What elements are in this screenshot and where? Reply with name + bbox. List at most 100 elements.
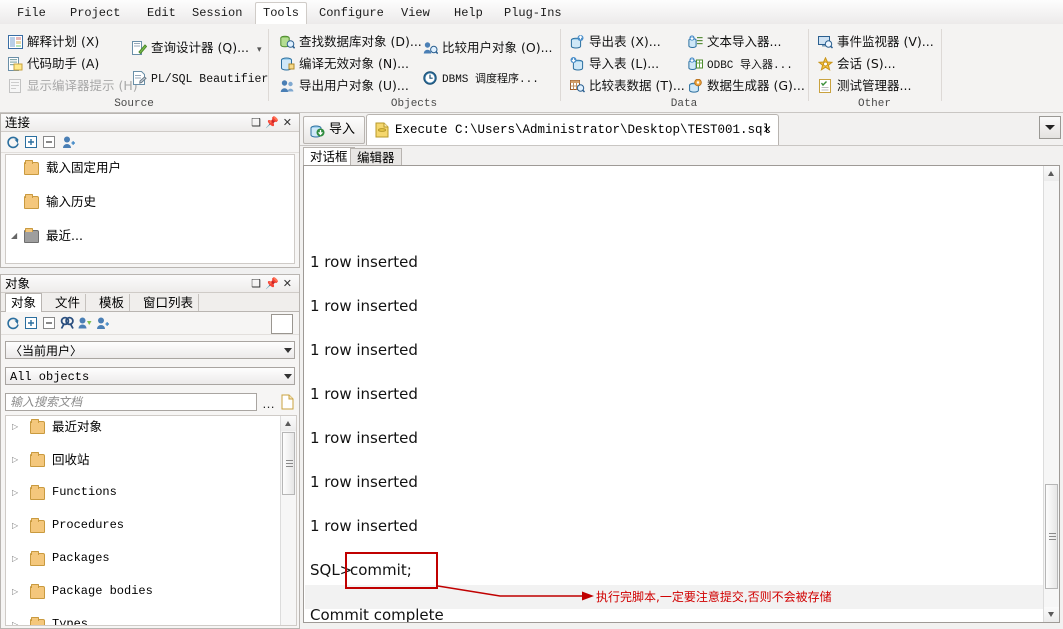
- output-line: 1 row inserted: [310, 385, 418, 403]
- menu-item-edit[interactable]: Edit: [140, 3, 183, 23]
- collapse-all-icon[interactable]: [42, 316, 56, 330]
- menu-item-file[interactable]: File: [10, 3, 53, 23]
- chevron-right-icon[interactable]: ▷: [12, 488, 21, 497]
- tree-item-input-history[interactable]: 输入历史: [6, 193, 294, 210]
- menu-item-project[interactable]: Project: [63, 3, 127, 23]
- ribbon-btn-find-db-object[interactable]: 查找数据库对象 (D)...: [280, 32, 422, 52]
- scroll-down-button[interactable]: [1044, 607, 1059, 622]
- chevron-right-icon[interactable]: ▷: [12, 620, 21, 625]
- chevron-right-icon[interactable]: ▷: [12, 587, 21, 596]
- chevron-right-icon[interactable]: ▷: [12, 554, 21, 563]
- expand-all-icon[interactable]: [24, 135, 38, 149]
- tab-dialog[interactable]: 对话框: [303, 147, 355, 167]
- collapse-all-icon[interactable]: [42, 135, 56, 149]
- new-connection-icon[interactable]: [62, 135, 76, 149]
- chevron-right-icon[interactable]: ▷: [12, 422, 21, 431]
- find-icon[interactable]: [60, 316, 74, 330]
- objects-tree-scrollbar[interactable]: [280, 416, 296, 625]
- menu-item-plugins[interactable]: Plug-Ins: [497, 3, 569, 23]
- ribbon-btn-compare-user-objects[interactable]: 比较用户对象 (O)...: [423, 38, 553, 58]
- restore-icon[interactable]: ❑: [251, 277, 265, 290]
- restore-icon[interactable]: ❑: [251, 116, 265, 129]
- tree-item-recent[interactable]: ◢ 最近...: [6, 227, 294, 244]
- import-button-label: 导入: [329, 122, 356, 137]
- ribbon-btn-compare-table-data[interactable]: 比较表数据 (T)...: [570, 76, 685, 96]
- menu-item-view[interactable]: View: [394, 3, 437, 23]
- objects-panel-toolbar-extra-box[interactable]: [271, 314, 293, 334]
- connections-tree[interactable]: 载入固定用户 输入历史 ◢ 最近... ▷ system@192.168.1.1…: [5, 154, 295, 264]
- dbms-scheduler-icon: [423, 71, 438, 85]
- objects-tree[interactable]: ▷ 最近对象 ▷ 回收站 ▷ Functions ▷ Procedures ▷ Packa…: [5, 415, 297, 626]
- scrollbar-thumb[interactable]: [1045, 484, 1058, 589]
- ellipsis-icon[interactable]: …: [262, 396, 276, 411]
- menu-item-configure[interactable]: Configure: [312, 3, 391, 23]
- ribbon-btn-sessions[interactable]: 会话 (S)...: [817, 54, 896, 74]
- import-button[interactable]: 导入: [303, 116, 366, 144]
- ribbon-btn-export-tables[interactable]: 导出表 (X)...: [570, 32, 661, 52]
- tab-files[interactable]: 文件: [50, 294, 87, 311]
- expand-arrow-icon[interactable]: ◢: [11, 231, 20, 240]
- ribbon-btn-odbc-importer[interactable]: ODBC 导入器...: [688, 54, 793, 74]
- menu-item-tools[interactable]: Tools: [255, 2, 308, 26]
- ribbon-btn-compile-invalid[interactable]: 编译无效对象 (N)...: [280, 54, 409, 74]
- expand-all-icon[interactable]: [24, 316, 38, 330]
- tree-item-types[interactable]: ▷ Types: [6, 616, 296, 625]
- tree-item-recent-objects[interactable]: ▷ 最近对象: [6, 418, 296, 435]
- pin-icon[interactable]: 📌: [265, 277, 283, 290]
- close-icon[interactable]: ✕: [283, 116, 296, 129]
- connections-panel-window-buttons[interactable]: ❑📌✕: [251, 114, 296, 131]
- tab-window-list[interactable]: 窗口列表: [138, 294, 200, 311]
- tree-item-connection[interactable]: ▷ system@192.168.1.102/Nancy: [6, 261, 294, 264]
- menu-item-help[interactable]: Help: [447, 3, 490, 23]
- ribbon-btn-export-user-objects[interactable]: 导出用户对象 (U)...: [280, 76, 409, 96]
- search-input[interactable]: 输入搜索文档: [5, 393, 257, 411]
- ribbon-btn-test-manager[interactable]: 测试管理器...: [818, 76, 911, 96]
- ribbon-group-source: 解释计划 (X) 代码助手 (A) 显示编译器提示 (H) 查询设计器 (Q).…: [0, 24, 268, 112]
- tree-item-functions[interactable]: ▷ Functions: [6, 484, 296, 501]
- document-tab-execute-sql[interactable]: Execute C:\Users\Administrator\Desktop\T…: [366, 114, 780, 145]
- refresh-icon[interactable]: [6, 316, 20, 330]
- chevron-down-icon: [1045, 125, 1055, 130]
- key-icon: [274, 263, 287, 264]
- tree-item-fixed-users[interactable]: 载入固定用户: [6, 159, 294, 176]
- filter-icon[interactable]: [78, 316, 92, 330]
- ribbon-btn-compiler-hints[interactable]: 显示编译器提示 (H): [8, 76, 138, 96]
- tree-item-packages[interactable]: ▷ Packages: [6, 550, 296, 567]
- ribbon-btn-text-importer[interactable]: 文本导入器...: [688, 32, 781, 52]
- pin-icon[interactable]: 📌: [265, 116, 283, 129]
- close-icon[interactable]: ✕: [763, 115, 771, 145]
- tab-templates[interactable]: 模板: [94, 294, 131, 311]
- object-type-select[interactable]: All objects: [5, 367, 295, 385]
- objects-panel-window-buttons[interactable]: ❑📌✕: [251, 275, 296, 292]
- scroll-up-button[interactable]: [281, 416, 296, 431]
- tree-item-recycle-bin[interactable]: ▷ 回收站: [6, 451, 296, 468]
- ribbon-btn-plsql-beautifier[interactable]: PL/SQL Beautifier: [132, 68, 268, 88]
- ribbon-btn-query-builder[interactable]: 查询设计器 (Q)...: [132, 38, 249, 58]
- user-select[interactable]: 〈当前用户〉: [5, 341, 295, 359]
- ribbon-btn-dbms-scheduler[interactable]: DBMS 调度程序...: [423, 68, 539, 88]
- user-icon[interactable]: [96, 316, 110, 330]
- ribbon-btn-data-generator[interactable]: 数据生成器 (G)...: [688, 76, 805, 96]
- new-document-icon[interactable]: [281, 394, 294, 410]
- output-scrollbar[interactable]: [1043, 166, 1059, 622]
- menu-item-session[interactable]: Session: [185, 3, 249, 23]
- ribbon-btn-code-assistant[interactable]: 代码助手 (A): [8, 54, 99, 74]
- chevron-right-icon[interactable]: ▷: [12, 521, 21, 530]
- chevron-right-icon[interactable]: ▷: [12, 455, 21, 464]
- ribbon-btn-import-tables[interactable]: 导入表 (L)...: [570, 54, 659, 74]
- query-builder-dropdown-arrow-icon[interactable]: ▾: [257, 44, 262, 55]
- folder-icon: [30, 419, 45, 434]
- ribbon-btn-event-monitor[interactable]: 事件监视器 (V)...: [818, 32, 934, 52]
- ribbon-btn-explain-plan[interactable]: 解释计划 (X): [8, 32, 99, 52]
- folder-icon: [30, 617, 45, 625]
- scroll-up-button[interactable]: [1044, 166, 1059, 181]
- output-console[interactable]: 1 row inserted 1 row inserted 1 row inse…: [303, 165, 1060, 623]
- close-icon[interactable]: ✕: [283, 277, 296, 290]
- scrollbar-thumb[interactable]: [282, 432, 295, 495]
- tab-objects[interactable]: 对象: [5, 293, 43, 313]
- tab-overflow-button[interactable]: [1039, 116, 1061, 139]
- tree-item-package-bodies[interactable]: ▷ Package bodies: [6, 583, 296, 600]
- refresh-icon[interactable]: [6, 135, 20, 149]
- connections-panel-title: 连接: [5, 115, 31, 130]
- tree-item-procedures[interactable]: ▷ Procedures: [6, 517, 296, 534]
